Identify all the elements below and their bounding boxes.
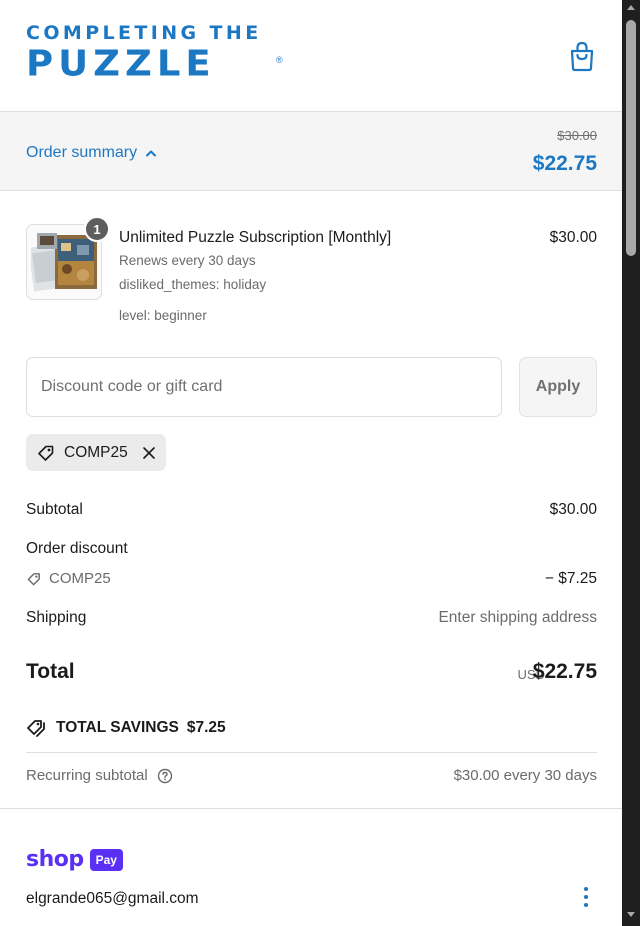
tag-icon <box>27 572 40 585</box>
total-savings-value: $7.25 <box>186 719 226 736</box>
order-discount-code: COMP25 <box>26 570 111 587</box>
remove-discount-icon[interactable] <box>142 446 156 460</box>
scroll-up-arrow-icon[interactable] <box>627 5 635 10</box>
order-summary-toggle[interactable]: Order summary <box>26 144 157 162</box>
apply-discount-button[interactable]: Apply <box>519 357 597 417</box>
product-renewal: Renews every 30 days <box>119 253 256 268</box>
shop-pay-shop-word: shop <box>26 847 84 872</box>
scroll-down-arrow-icon[interactable] <box>627 912 635 917</box>
total-savings-label: TOTAL SAVINGS <box>56 719 179 736</box>
product-name: Unlimited Puzzle Subscription [Monthly] <box>119 229 392 246</box>
order-discount-value: − $7.25 <box>544 570 597 587</box>
product-image <box>31 233 97 292</box>
shipping-label: Shipping <box>26 609 87 626</box>
recurring-subtotal-label: Recurring subtotal <box>26 767 148 784</box>
scrollbar-thumb[interactable] <box>626 20 636 256</box>
shopping-bag-icon[interactable] <box>568 40 596 72</box>
section-divider <box>0 808 622 809</box>
discount-code-input[interactable] <box>26 357 502 417</box>
subtotal-label: Subtotal <box>26 501 83 518</box>
shipping-value: Enter shipping address <box>438 609 597 626</box>
shop-pay-badge: Pay <box>89 849 123 871</box>
applied-discount-chip: COMP25 <box>26 434 166 471</box>
order-summary-bar: Order summary $30.00 $22.75 <box>0 112 622 191</box>
logo-bottom-text: PUZZLE <box>26 43 216 84</box>
order-discount-code-text: COMP25 <box>49 570 111 587</box>
product-disliked-themes: disliked_themes: holiday <box>119 277 267 292</box>
header: COMPLETING THE PUZZLE ® <box>0 0 622 112</box>
chevron-up-icon <box>146 150 157 157</box>
recurring-subtotal-value: $30.00 every 30 days <box>453 767 597 784</box>
total-value: $22.75 <box>532 660 597 683</box>
total-savings: TOTAL SAVINGS $7.25 <box>26 718 226 738</box>
more-vertical-icon[interactable] <box>580 884 592 910</box>
tags-icon <box>27 720 45 737</box>
help-icon[interactable] <box>157 768 173 784</box>
order-summary-label: Order summary <box>26 144 138 161</box>
total-label: Total <box>26 660 75 683</box>
applied-discount-code: COMP25 <box>64 443 128 461</box>
summary-total: $22.75 <box>532 152 597 175</box>
recurring-subtotal: Recurring subtotal <box>26 767 173 784</box>
divider <box>26 752 597 753</box>
original-price: $30.00 <box>557 128 597 143</box>
tag-icon <box>38 445 54 461</box>
store-logo[interactable]: COMPLETING THE PUZZLE <box>26 22 262 85</box>
vertical-scrollbar[interactable] <box>622 0 640 926</box>
logo-top-text: COMPLETING THE <box>26 22 262 44</box>
order-discount-label: Order discount <box>26 540 128 557</box>
product-level: level: beginner <box>119 308 207 323</box>
subtotal-value: $30.00 <box>549 501 597 518</box>
registered-mark: ® <box>276 55 283 65</box>
shop-pay-logo: shop Pay <box>26 848 123 872</box>
checkout-page: COMPLETING THE PUZZLE ® Order summary $3… <box>0 0 622 926</box>
shop-pay-email: elgrande065@gmail.com <box>26 890 199 907</box>
quantity-badge: 1 <box>84 216 110 242</box>
product-price: $30.00 <box>549 229 597 246</box>
